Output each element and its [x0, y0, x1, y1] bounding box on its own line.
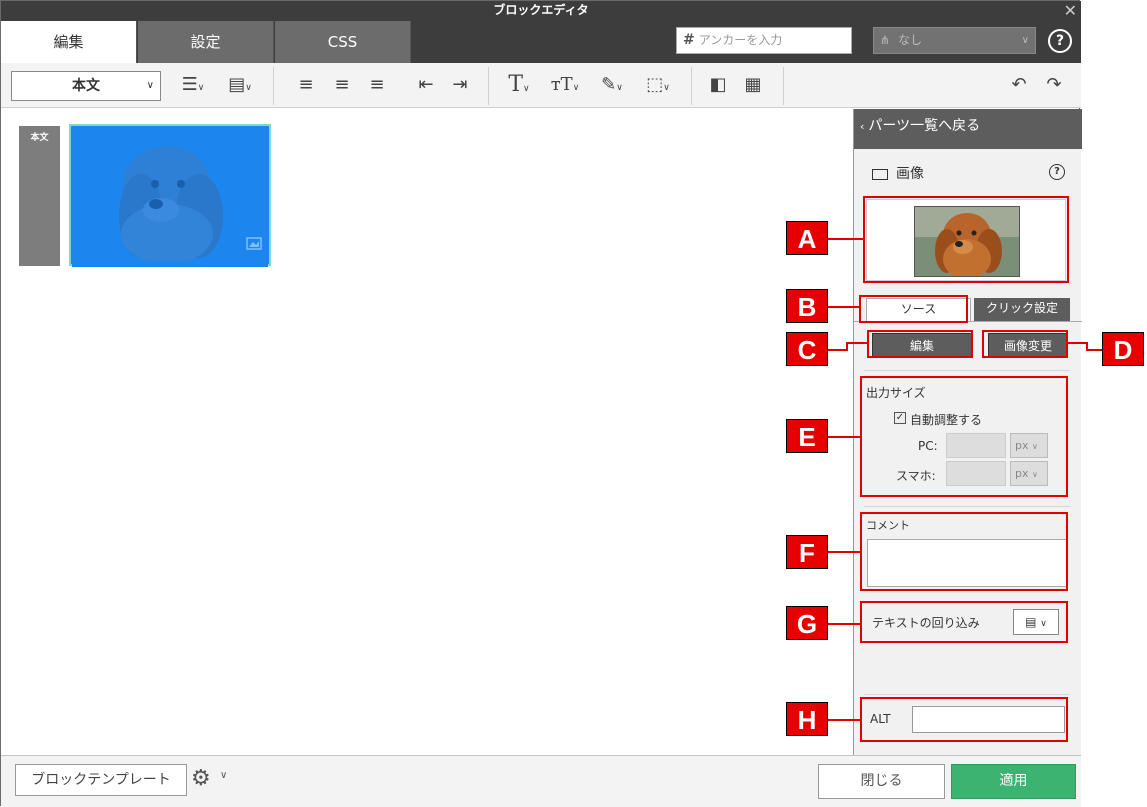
selected-image-block[interactable] [69, 124, 271, 266]
hash-icon: # [683, 32, 695, 48]
toolbar-divider [783, 67, 784, 105]
selection-underline [72, 261, 268, 267]
anchor-select-value: なし [898, 33, 923, 47]
callout-d: D [1102, 332, 1144, 366]
chevron-left-icon: ‹ [860, 120, 865, 133]
divider [864, 506, 1070, 507]
window-title: ブロックエディタ [493, 3, 589, 17]
annotation-line-g [828, 623, 860, 625]
annotation-box-f [860, 512, 1068, 591]
annotation-box-e [860, 376, 1068, 497]
annotation-box-b [859, 295, 968, 323]
close-icon[interactable]: ✕ [1064, 2, 1077, 20]
paragraph-style-value: 本文 [72, 78, 100, 94]
annotation-line-e [828, 436, 860, 438]
anchor-placeholder: アンカーを入力 [698, 33, 783, 47]
callout-g: G [786, 606, 828, 640]
block-template-button[interactable]: ブロックテンプレート [15, 764, 187, 796]
indent-icon[interactable]: ⇥ [447, 73, 473, 97]
annotation-line-c [828, 349, 846, 351]
annotation-line-a [828, 238, 863, 240]
close-button[interactable]: 閉じる [818, 764, 945, 799]
border-icon[interactable]: ⬚∨ [637, 73, 679, 97]
undo-icon[interactable]: ↶ [1006, 73, 1032, 97]
gear-icon[interactable]: ⚙ [191, 766, 211, 792]
help-icon[interactable]: ? [1049, 164, 1065, 180]
panel-title: 画像 [872, 163, 924, 183]
delete-block-icon[interactable]: ▦ [739, 73, 767, 97]
anchor-input[interactable]: # アンカーを入力 [676, 27, 852, 54]
list-icon[interactable]: ☰∨ [173, 73, 213, 97]
block-format-icon[interactable]: ▤∨ [219, 73, 261, 97]
annotation-line-h [828, 719, 860, 721]
back-to-parts-link[interactable]: ‹ パーツ一覧へ戻る [854, 109, 1082, 149]
tab-bar: 編集 設定 CSS # アンカーを入力 ⋔ なし ∨ ? [1, 21, 1081, 63]
callout-e: E [786, 419, 828, 453]
align-left-icon[interactable]: ≡ [293, 73, 319, 97]
annotation-box-c [867, 330, 973, 358]
annotation-line-d [1068, 342, 1088, 344]
eyedropper-icon[interactable]: ✎∨ [591, 73, 633, 97]
align-right-icon[interactable]: ≡ [364, 73, 390, 97]
paragraph-style-select[interactable]: 本文 ∨ [11, 71, 161, 101]
chevron-down-icon[interactable]: ∨ [220, 770, 227, 781]
panel-title-text: 画像 [896, 166, 924, 182]
divider [864, 694, 1070, 695]
toolbar-divider [488, 67, 489, 105]
chevron-down-icon: ∨ [1021, 35, 1029, 46]
column-icon[interactable]: ◧ [705, 73, 731, 97]
tab-settings[interactable]: 設定 [138, 21, 274, 63]
help-icon[interactable]: ? [1048, 29, 1072, 53]
annotation-line-f [828, 551, 860, 553]
chevron-down-icon: ∨ [146, 80, 154, 91]
callout-b: B [786, 289, 828, 323]
footer-bar: ブロックテンプレート ⚙ ∨ 閉じる 適用 [1, 755, 1081, 807]
format-toolbar: 本文 ∨ ☰∨ ▤∨ ≡ ≡ ≡ ⇤ ⇥ T∨ ᴛT∨ ✎∨ ⬚∨ ◧ ▦ ↶ … [1, 63, 1081, 108]
back-label: パーツ一覧へ戻る [868, 118, 981, 134]
toolbar-divider [691, 67, 692, 105]
block-type-tag[interactable]: 本文 [19, 126, 60, 266]
align-center-icon[interactable]: ≡ [329, 73, 355, 97]
outdent-icon[interactable]: ⇤ [413, 73, 439, 97]
annotation-box-a [863, 196, 1069, 283]
callout-h: H [786, 702, 828, 736]
font-size-icon[interactable]: ᴛT∨ [544, 73, 586, 97]
anchor-select[interactable]: ⋔ なし ∨ [873, 27, 1036, 54]
tab-css[interactable]: CSS [275, 21, 411, 63]
image-icon [872, 168, 888, 180]
apply-button[interactable]: 適用 [951, 764, 1076, 799]
callout-f: F [786, 535, 828, 569]
tab-edit[interactable]: 編集 [1, 21, 137, 63]
title-bar: ブロックエディタ ✕ [1, 1, 1081, 21]
annotation-line-d3 [1086, 349, 1102, 351]
annotation-box-g [860, 601, 1068, 643]
redo-icon[interactable]: ↷ [1041, 73, 1067, 97]
tab-click-settings[interactable]: クリック設定 [974, 298, 1070, 321]
text-style-icon[interactable]: T∨ [499, 73, 539, 97]
share-icon: ⋔ [880, 33, 891, 47]
annotation-line-b [828, 306, 859, 308]
annotation-box-d [982, 330, 1068, 358]
callout-a: A [786, 221, 828, 255]
annotation-box-h [860, 697, 1068, 742]
annotation-line-c3 [846, 342, 867, 344]
callout-c: C [786, 332, 828, 366]
divider [864, 370, 1070, 371]
toolbar-divider [273, 67, 274, 105]
